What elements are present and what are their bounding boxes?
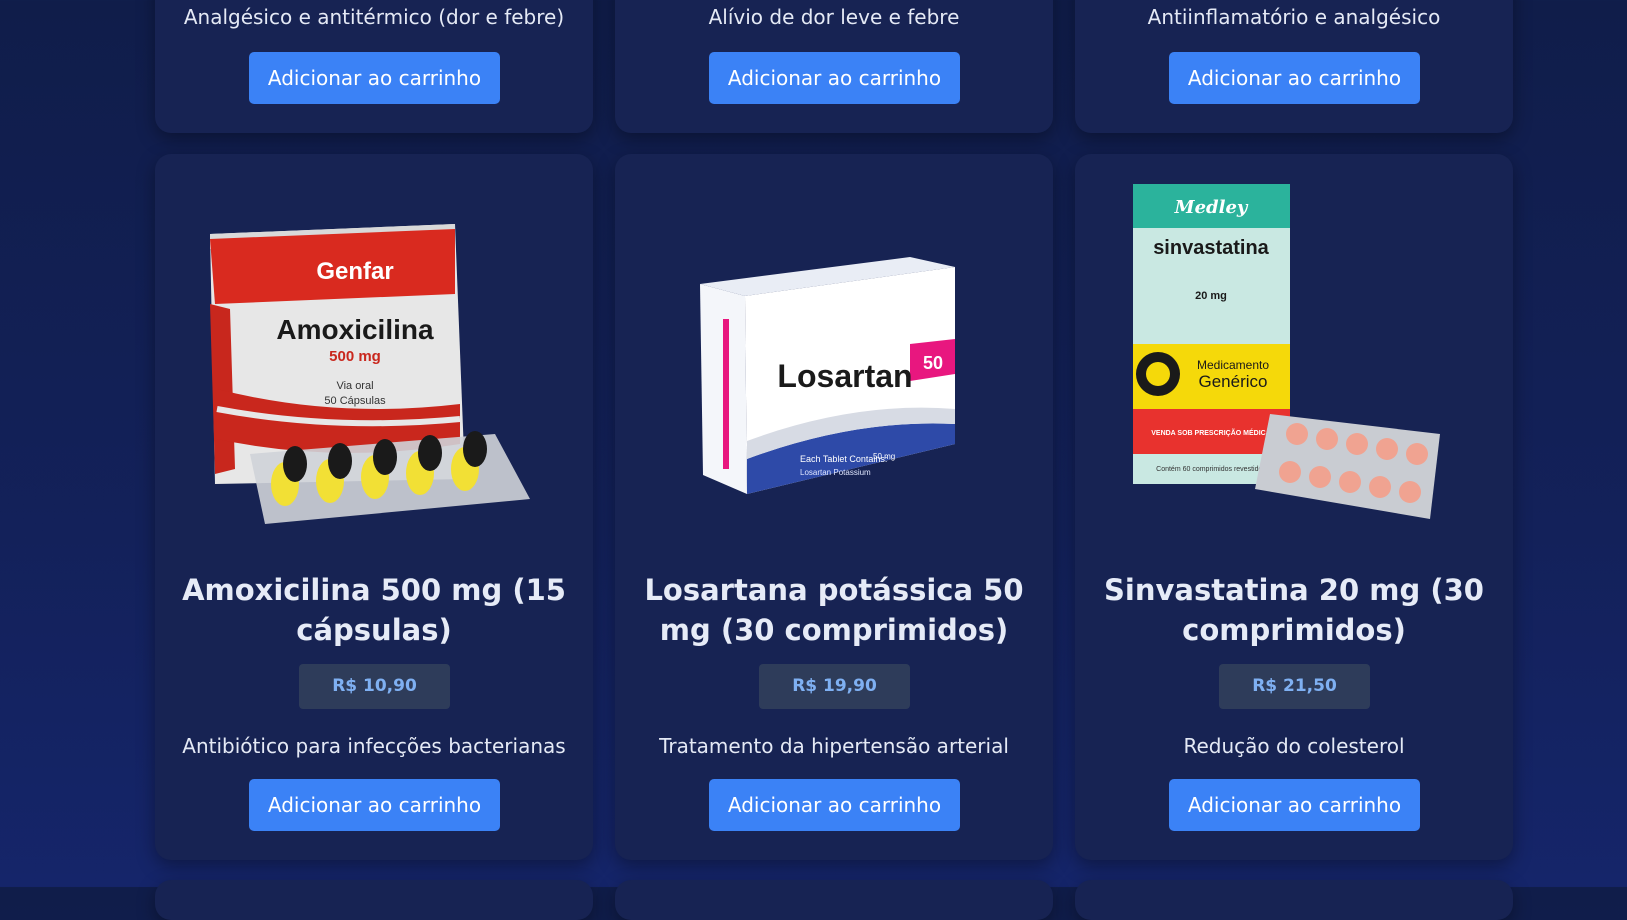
product-card xyxy=(615,880,1053,920)
product-description: Analgésico e antitérmico (dor e febre) xyxy=(183,5,565,29)
box-warn: VENDA SOB PRESCRIÇÃO MÉDICA xyxy=(1151,428,1271,437)
box-dose: 500 mg xyxy=(329,348,381,365)
product-card-losartana: Losartan 50 Each Tablet Contains: Losart… xyxy=(615,154,1053,860)
product-description: Redução do colesterol xyxy=(1183,734,1405,758)
add-to-cart-button[interactable]: Adicionar ao carrinho xyxy=(1169,52,1420,104)
add-to-cart-button[interactable]: Adicionar ao carrinho xyxy=(249,779,500,831)
product-price: R$ 19,90 xyxy=(759,664,910,709)
box-line3: 50 mg xyxy=(873,452,895,461)
product-card xyxy=(1075,880,1513,920)
box-brand: Genfar xyxy=(316,258,393,285)
box-brand: Medley xyxy=(1174,197,1249,218)
product-name: Losartana potássica 50 mg (30 comprimido… xyxy=(644,573,1024,647)
product-name: Sinvastatina 20 mg (30 comprimidos) xyxy=(1104,573,1484,647)
product-card: Antiinflamatório e analgésico Adicionar … xyxy=(1075,0,1513,133)
product-name: Amoxicilina 500 mg (15 cápsulas) xyxy=(182,573,566,647)
add-to-cart-button[interactable]: Adicionar ao carrinho xyxy=(1169,779,1420,831)
product-card xyxy=(155,880,593,920)
product-price: R$ 10,90 xyxy=(299,664,450,709)
box-g1: Medicamento xyxy=(1197,358,1269,372)
product-description: Antiinflamatório e analgésico xyxy=(1147,5,1441,29)
box-line2: 50 Cápsulas xyxy=(324,395,386,407)
box-drug: Losartan xyxy=(777,358,912,394)
box-line1: Via oral xyxy=(336,380,373,392)
box-dose: 20 mg xyxy=(1195,290,1227,302)
box-dose: 50 xyxy=(923,353,943,373)
box-line2: Losartan Potassium xyxy=(800,468,871,477)
box-g2: Genérico xyxy=(1199,372,1268,391)
product-description: Alívio de dor leve e febre xyxy=(708,5,960,29)
product-image: Genfar Amoxicilina 500 mg Via oral 50 Cá… xyxy=(155,169,593,534)
product-price: R$ 21,50 xyxy=(1219,664,1370,709)
add-to-cart-button[interactable]: Adicionar ao carrinho xyxy=(249,52,500,104)
product-image: Medley sinvastatina 20 mg Medicamento Ge… xyxy=(1075,169,1513,534)
product-image: Losartan 50 Each Tablet Contains: Losart… xyxy=(615,169,1053,534)
product-description: Antibiótico para infecções bacterianas xyxy=(182,734,566,758)
product-description: Tratamento da hipertensão arterial xyxy=(659,734,1009,758)
box-count: Contém 60 comprimidos revestidos xyxy=(1156,466,1266,473)
product-card: Analgésico e antitérmico (dor e febre) A… xyxy=(155,0,593,133)
box-drug: sinvastatina xyxy=(1153,237,1269,259)
product-card-sinvastatina: Medley sinvastatina 20 mg Medicamento Ge… xyxy=(1075,154,1513,860)
add-to-cart-button[interactable]: Adicionar ao carrinho xyxy=(709,779,960,831)
box-drug: Amoxicilina xyxy=(276,314,434,345)
product-card-amoxicilina: Genfar Amoxicilina 500 mg Via oral 50 Cá… xyxy=(155,154,593,860)
add-to-cart-button[interactable]: Adicionar ao carrinho xyxy=(709,52,960,104)
product-card: Alívio de dor leve e febre Adicionar ao … xyxy=(615,0,1053,133)
